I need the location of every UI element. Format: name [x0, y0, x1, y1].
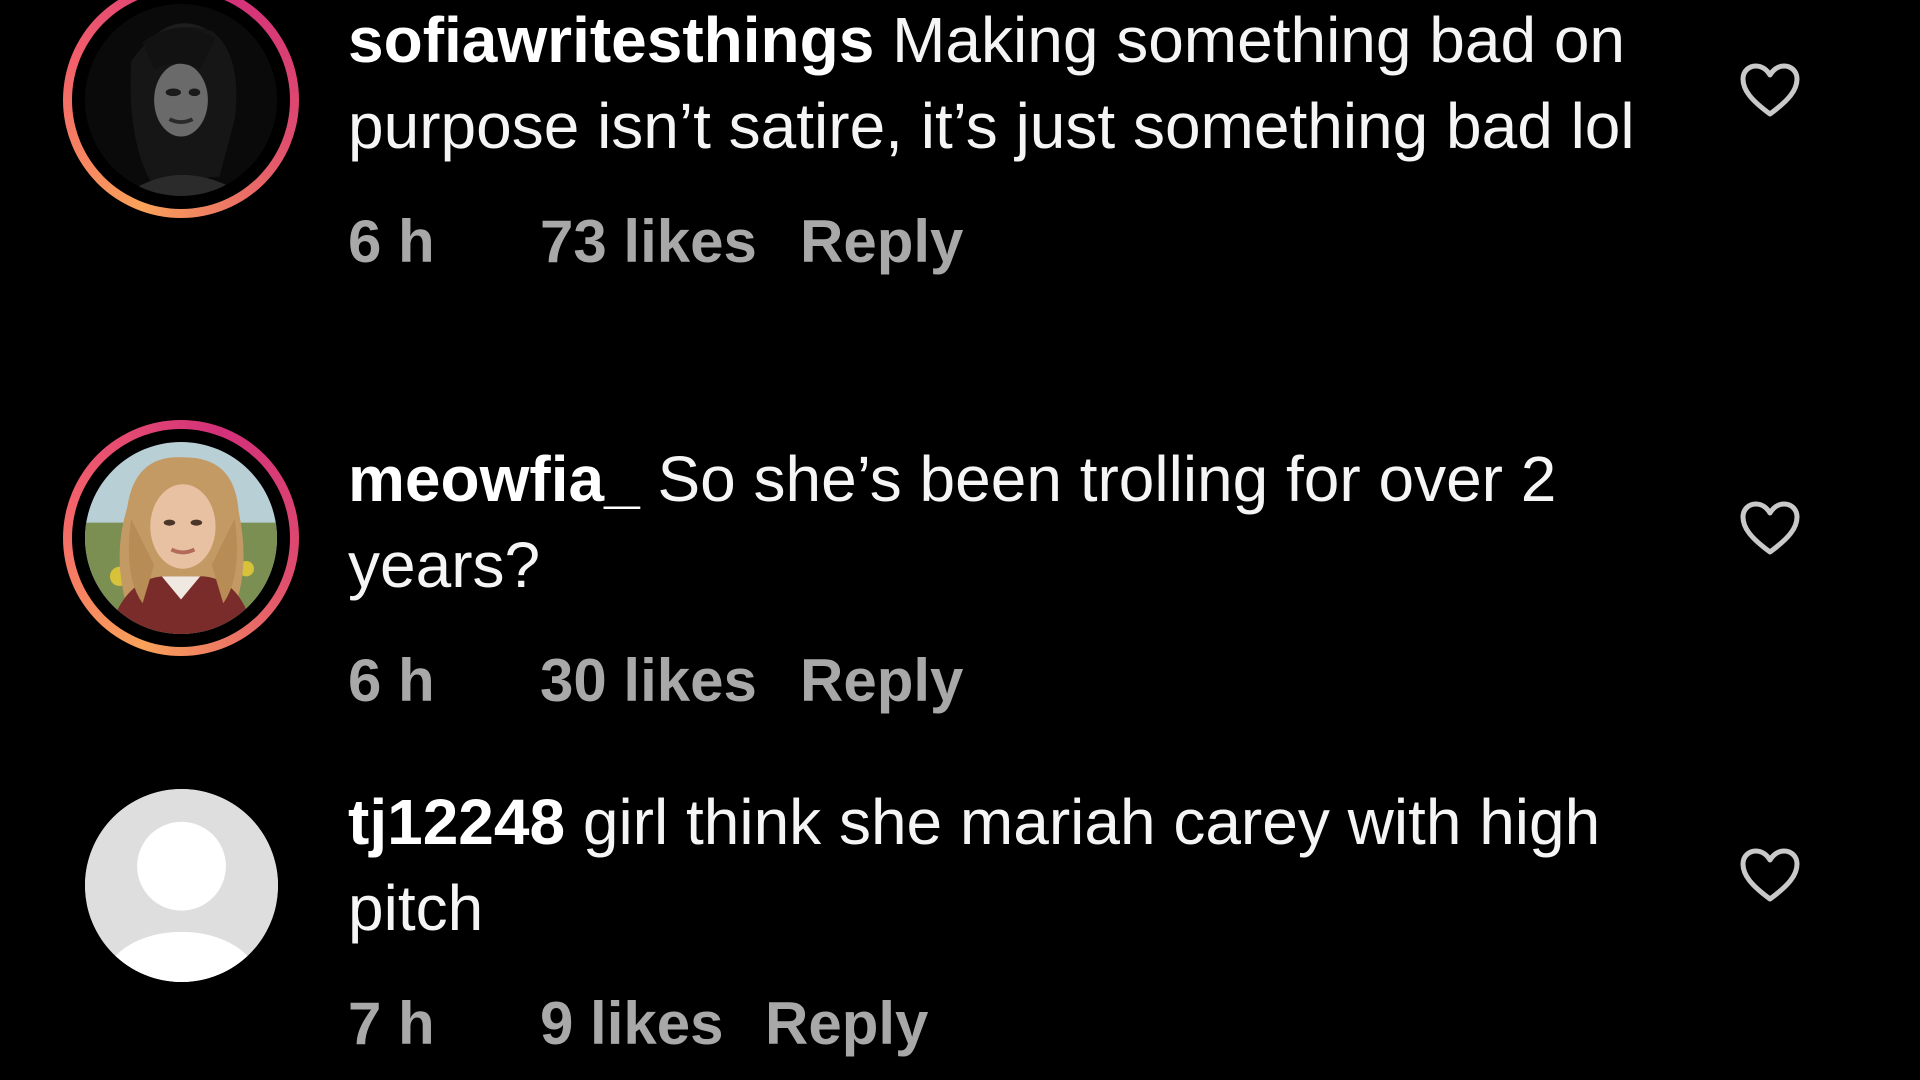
comment-username[interactable]: meowfia_	[348, 443, 640, 515]
comment-timestamp: 6 h	[348, 208, 435, 275]
comment-timestamp: 7 h	[348, 990, 435, 1057]
comment-body: sofiawritesthings Making something bad o…	[348, 0, 1688, 276]
reply-button[interactable]: Reply	[765, 989, 928, 1058]
comment-meta: 7 h 9 likes Reply	[348, 989, 1688, 1058]
comment-text: sofiawritesthings Making something bad o…	[348, 0, 1688, 169]
comment-timestamp: 6 h	[348, 647, 435, 714]
avatar[interactable]	[85, 789, 278, 982]
comment-text: tj12248 girl think she mariah carey with…	[348, 779, 1688, 951]
comment-username[interactable]: sofiawritesthings	[348, 4, 874, 76]
comment-likes-count[interactable]: 73 likes	[540, 207, 760, 276]
reply-button[interactable]: Reply	[800, 646, 963, 715]
comment-body: tj12248 girl think she mariah carey with…	[348, 779, 1688, 1058]
comment-username[interactable]: tj12248	[348, 786, 565, 858]
avatar[interactable]	[63, 420, 299, 656]
like-heart-icon[interactable]	[1739, 847, 1801, 903]
comment-meta: 6 h 73 likes Reply	[348, 207, 1688, 276]
like-heart-icon[interactable]	[1739, 500, 1801, 556]
comment-text: meowfia_ So she’s been trolling for over…	[348, 436, 1688, 608]
avatar[interactable]	[63, 0, 299, 218]
comment-likes-count[interactable]: 30 likes	[540, 646, 760, 715]
comment-likes-count[interactable]: 9 likes	[540, 989, 725, 1058]
portrait-icon	[85, 442, 277, 634]
comment-body: meowfia_ So she’s been trolling for over…	[348, 436, 1688, 715]
avatar-photo	[85, 4, 277, 196]
default-profile-icon	[85, 789, 278, 982]
avatar-photo	[85, 442, 277, 634]
comments-list: sofiawritesthings Making something bad o…	[0, 0, 1920, 1080]
reply-button[interactable]: Reply	[800, 207, 963, 276]
like-heart-icon[interactable]	[1739, 62, 1801, 118]
comment-meta: 6 h 30 likes Reply	[348, 646, 1688, 715]
portrait-icon	[85, 4, 277, 196]
